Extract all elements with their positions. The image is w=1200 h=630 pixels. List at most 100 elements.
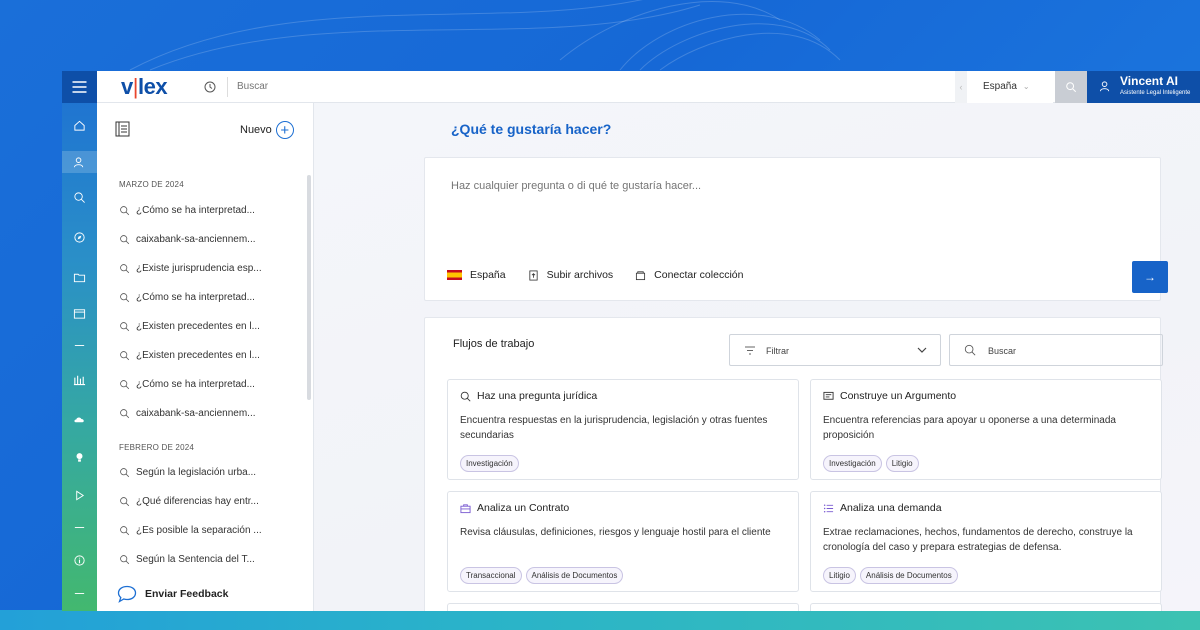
search-icon [120,496,130,506]
search-icon [120,525,130,535]
jurisdiction-selector[interactable]: España [447,269,506,281]
history-icon[interactable] [203,80,217,94]
search-icon [120,554,130,564]
search-icon [120,408,130,418]
workflow-tags: Investigación [460,455,519,472]
workflow-card[interactable]: Haz una pregunta jurídica Encuentra resp… [447,379,799,480]
upload-files-button[interactable]: Subir archivos [528,269,614,281]
workflow-card-description: Encuentra referencias para apoyar u opon… [823,415,1116,441]
rail-cloud[interactable] [62,409,97,429]
history-item-label: ¿Qué diferencias hay entr... [136,495,259,507]
upload-file-icon [529,270,538,280]
history-item-label: Según la legislación urba... [136,466,257,478]
rail-info[interactable] [62,550,97,570]
workflow-tags: Investigación Litigio [823,455,919,472]
filter-dropdown[interactable]: Filtrar [729,334,941,366]
cloud-icon [74,417,84,422]
history-item[interactable]: Según la Sentencia del T... [119,549,294,569]
search-icon [120,379,130,389]
history-item[interactable]: caixabank-sa-anciennem... [119,403,294,423]
sidebar-toggle-icon[interactable] [115,121,130,137]
search-icon [120,205,130,215]
workflows-title: Flujos de trabajo [453,338,535,350]
logo-text-lex: lex [137,74,168,99]
top-bar: v|lex ‹ España ⌄ Vincent AI Asistente Leg… [97,71,1200,103]
history-item[interactable]: caixabank-sa-anciennem... [119,229,294,249]
history-item[interactable]: ¿Cómo se ha interpretad... [119,287,294,307]
workflow-card-title: Construye un Argumento [823,390,956,402]
new-chat-label: Nuevo [240,124,272,136]
workflow-card[interactable] [447,603,799,611]
workflow-card[interactable]: Analiza un Contrato Revisa cláusulas, de… [447,491,799,592]
menu-button[interactable] [62,71,97,103]
search-icon [74,191,85,203]
workflow-card[interactable]: Construye un Argumento Encuentra referen… [810,379,1162,480]
user-icon [1099,81,1110,92]
arrow-right-icon: → [1144,270,1156,284]
sidebar-scrollbar[interactable] [307,175,311,400]
history-item[interactable]: ¿Cómo se ha interpretad... [119,374,294,394]
spain-flag-icon [447,270,462,280]
divider-icon [74,344,85,346]
history-item-label: caixabank-sa-anciennem... [136,233,256,245]
rail-divider [62,335,97,355]
rail-folders[interactable] [62,267,97,287]
chevron-down-icon [917,347,927,353]
prompt-input[interactable] [451,180,1131,192]
workflow-card[interactable] [810,603,1162,611]
topbar-divider [227,77,228,97]
bottom-gradient-strip [0,610,1200,630]
new-chat-button[interactable]: Nuevo + [234,118,298,142]
history-item[interactable]: Según la legislación urba... [119,462,294,482]
history-item[interactable]: ¿Existen precedentes en l... [119,345,294,365]
rail-home[interactable] [62,115,97,135]
history-item[interactable]: ¿Qué diferencias hay entr... [119,491,294,511]
workflow-tags: Transaccional Análisis de Documentos [460,567,624,584]
rail-ideas[interactable] [62,447,97,467]
chevron-down-icon: ⌄ [1022,82,1030,91]
logo-text-v: v [121,74,133,99]
search-icon [120,467,130,477]
upload-files-label: Subir archivos [546,269,614,281]
send-feedback-button[interactable]: Enviar Feedback [117,585,228,603]
feedback-label: Enviar Feedback [145,588,229,600]
tag: Transaccional [460,567,522,584]
tag: Investigación [823,455,882,472]
workflows-panel: Flujos de trabajo Filtrar Buscar Haz una… [424,317,1163,611]
search-button[interactable] [1055,71,1087,103]
rail-play[interactable] [62,485,97,505]
rail-divider-2 [62,517,97,537]
history-section-heading: MARZO DE 2024 [119,180,184,189]
rail-explore[interactable] [62,227,97,247]
rail-search[interactable] [62,187,97,207]
workflow-card[interactable]: Analiza una demanda Extrae reclamaciones… [810,491,1162,592]
workflow-search-input[interactable]: Buscar [949,334,1163,366]
country-label: España [983,81,1017,92]
info-icon [74,554,85,566]
filter-icon [745,346,755,355]
history-item-label: ¿Existen precedentes en l... [136,320,260,332]
user-name: Vincent AI [1120,74,1179,88]
tag: Litigio [823,567,856,584]
collapse-arrow[interactable]: ‹ [955,71,967,103]
connect-collection-button[interactable]: Conectar colección [635,269,743,281]
filter-label: Filtrar [766,346,789,356]
play-icon [76,489,85,501]
vlex-logo[interactable]: v|lex [121,74,168,100]
rail-documents[interactable] [62,303,97,323]
history-item[interactable]: ¿Existe jurisprudencia esp... [119,258,294,278]
history-item[interactable]: ¿Cómo se ha interpretad... [119,200,294,220]
rail-assistant[interactable] [62,151,97,173]
app-window: v|lex ‹ España ⌄ Vincent AI Asistente Leg… [62,71,1200,611]
history-item[interactable]: ¿Existen precedentes en l... [119,316,294,336]
user-menu[interactable]: Vincent AI Asistente Legal Inteligente [1087,71,1200,103]
rail-analytics[interactable] [62,369,97,389]
history-item[interactable]: ¿Es posible la separación ... [119,520,294,540]
global-search-input[interactable] [237,71,837,103]
send-button[interactable]: → [1132,261,1168,293]
workflow-card-title-text: Haz una pregunta jurídica [477,390,598,402]
tag: Análisis de Documentos [525,567,624,584]
tag: Análisis de Documentos [859,567,958,584]
tag: Investigación [460,455,519,472]
country-selector[interactable]: España ⌄ [967,71,1053,103]
